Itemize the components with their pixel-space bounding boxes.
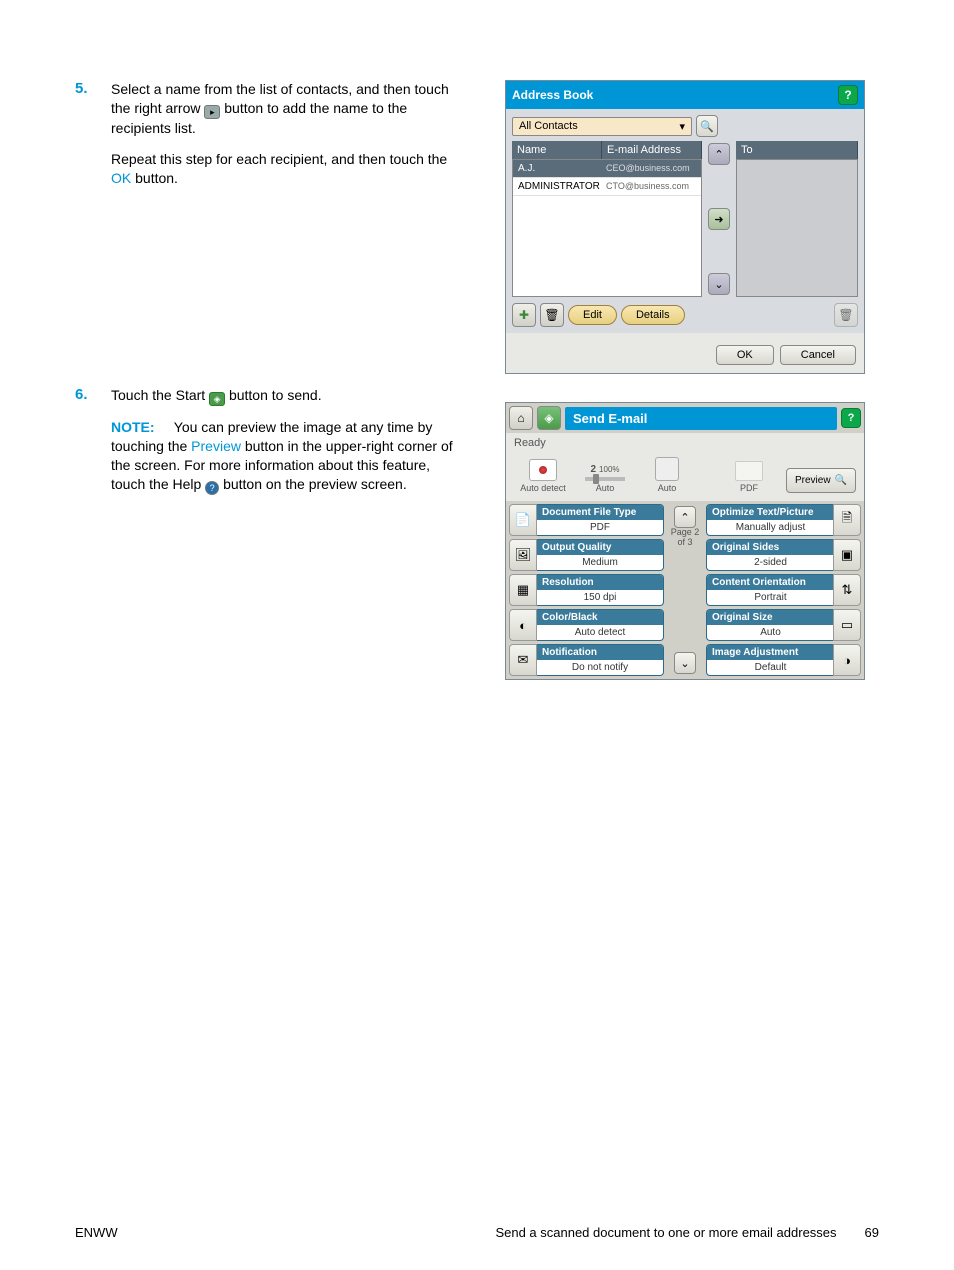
edit-button[interactable]: Edit — [568, 305, 617, 325]
start-button-icon[interactable]: ◈ — [537, 406, 561, 430]
step-5-number: 5. — [75, 80, 111, 374]
preview-label: Preview — [795, 475, 831, 486]
row-name: A.J. — [518, 163, 606, 174]
start-icon: ◈ — [209, 392, 225, 406]
footer-left: ENWW — [75, 1225, 118, 1240]
contacts-dropdown[interactable]: All Contacts ▾ — [512, 117, 692, 136]
source-list: Name E-mail Address A.J. CEO@business.co… — [512, 141, 702, 297]
ok-button[interactable]: OK — [716, 345, 774, 365]
address-book-screenshot: Address Book ? All Contacts ▾ 🔍 — [505, 80, 865, 374]
contact-row: A.J. CEO@business.com — [513, 160, 701, 178]
step-6-left: 6. Touch the Start ◈ button to send. NOT… — [75, 386, 465, 680]
preview-term: Preview — [191, 438, 241, 454]
zoom-auto-label: Auto — [596, 483, 615, 493]
settings-left-column: 📄 Document File Type PDF 🖼 Output Qualit… — [509, 504, 664, 676]
details-button[interactable]: Details — [621, 305, 685, 325]
setting-image-adjustment[interactable]: Image Adjustment Default ◑ — [706, 644, 861, 676]
sides-icon: ▣ — [833, 539, 861, 571]
col-to: To — [736, 141, 858, 159]
cancel-button[interactable]: Cancel — [780, 345, 856, 365]
source-list-body[interactable]: A.J. CEO@business.com ADMINISTRATOR CTO@… — [512, 159, 702, 297]
quality-icon: 🖼 — [509, 539, 537, 571]
help-inline-icon: ? — [205, 481, 219, 495]
recipients-body[interactable] — [736, 159, 858, 297]
size-icon: ▭ — [833, 609, 861, 641]
col-name: Name — [512, 141, 602, 159]
settings-right-column: Optimize Text/Picture Manually adjust 🗎 … — [706, 504, 861, 676]
orientation-icon: ⇅ — [833, 574, 861, 606]
preview-button[interactable]: Preview 🔍 — [786, 468, 856, 493]
setting-optimize[interactable]: Optimize Text/Picture Manually adjust 🗎 — [706, 504, 861, 536]
step-6-row: 6. Touch the Start ◈ button to send. NOT… — [75, 386, 879, 680]
file-type-icon: 📄 — [509, 504, 537, 536]
step6-p1a: Touch the Start — [111, 387, 209, 403]
resolution-icon: ▦ — [509, 574, 537, 606]
send-email-screenshot: ⌂ ◈ Send E-mail ? Ready Auto detect — [505, 386, 865, 680]
add-contact-icon[interactable]: ✚ — [512, 303, 536, 327]
setting-notification[interactable]: ✉ Notification Do not notify — [509, 644, 664, 676]
step6-p1b: button to send. — [229, 387, 322, 403]
page-number: 69 — [865, 1225, 879, 1240]
trash-icon[interactable]: 🗑 — [834, 303, 858, 327]
address-book-title: Address Book — [512, 88, 593, 102]
footer-section-title: Send a scanned document to one or more e… — [495, 1225, 836, 1240]
scroll-down-icon[interactable]: ⌄ — [708, 273, 730, 295]
step-5-row: 5. Select a name from the list of contac… — [75, 80, 879, 374]
setting-color-black[interactable]: ◐ Color/Black Auto detect — [509, 609, 664, 641]
step5-p2b: button. — [135, 170, 178, 186]
setting-original-size[interactable]: Original Size Auto ▭ — [706, 609, 861, 641]
search-button[interactable]: 🔍 — [696, 115, 718, 137]
page-body: 5. Select a name from the list of contac… — [0, 0, 954, 732]
recipients-list: To — [736, 141, 858, 297]
help-icon[interactable]: ? — [841, 408, 861, 428]
address-book-titlebar: Address Book ? — [506, 81, 864, 109]
row-email: CTO@business.com — [606, 181, 696, 192]
notification-icon: ✉ — [509, 644, 537, 676]
step-5-text: Select a name from the list of contacts,… — [111, 80, 465, 374]
send-email-title: Send E-mail — [565, 407, 837, 430]
magnifier-icon: 🔍 — [835, 475, 847, 486]
delete-contact-icon[interactable]: 🗑 — [540, 303, 564, 327]
row-email: CEO@business.com — [606, 163, 696, 174]
chevron-down-icon: ▾ — [679, 120, 685, 133]
transfer-column: ⌃ ➜ ⌄ — [706, 141, 732, 297]
setting-resolution[interactable]: ▦ Resolution 150 dpi — [509, 574, 664, 606]
contact-row: ADMINISTRATOR CTO@business.com — [513, 178, 701, 196]
home-icon[interactable]: ⌂ — [509, 406, 533, 430]
settings-scroll-column: ⌃ Page 2 of 3 ⌄ — [667, 504, 703, 676]
scroll-down-icon[interactable]: ⌄ — [674, 652, 696, 674]
pdf-label: PDF — [740, 483, 758, 493]
ok-term: OK — [111, 170, 131, 186]
right-arrow-icon: ▸ — [204, 105, 220, 119]
setting-original-sides[interactable]: Original Sides 2-sided ▣ — [706, 539, 861, 571]
page-indicator: Page 2 of 3 — [671, 528, 700, 548]
dropdown-value: All Contacts — [519, 120, 578, 132]
status-text: Ready — [506, 433, 864, 453]
note-c: button on the preview screen. — [223, 476, 407, 492]
setting-output-quality[interactable]: 🖼 Output Quality Medium — [509, 539, 664, 571]
page-footer: ENWW Send a scanned document to one or m… — [75, 1225, 879, 1240]
zoom-value: 100% — [599, 465, 619, 474]
help-icon[interactable]: ? — [838, 85, 858, 105]
setting-orientation[interactable]: Content Orientation Portrait ⇅ — [706, 574, 861, 606]
sides-auto-label: Auto — [658, 483, 677, 493]
note-label: NOTE: — [111, 419, 155, 435]
row-name: ADMINISTRATOR — [518, 181, 606, 192]
step-5-left: 5. Select a name from the list of contac… — [75, 80, 465, 374]
scroll-up-icon[interactable]: ⌃ — [708, 143, 730, 165]
auto-detect-label: Auto detect — [520, 483, 566, 493]
add-recipient-icon[interactable]: ➜ — [708, 208, 730, 230]
adjust-icon: ◑ — [833, 644, 861, 676]
optimize-icon: 🗎 — [833, 504, 861, 536]
step-6-number: 6. — [75, 386, 111, 680]
scroll-up-icon[interactable]: ⌃ — [674, 506, 696, 528]
color-icon: ◐ — [509, 609, 537, 641]
step-6-text: Touch the Start ◈ button to send. NOTE: … — [111, 386, 465, 680]
step5-p2a: Repeat this step for each recipient, and… — [111, 151, 447, 167]
setting-document-file-type[interactable]: 📄 Document File Type PDF — [509, 504, 664, 536]
col-email: E-mail Address — [602, 141, 702, 159]
